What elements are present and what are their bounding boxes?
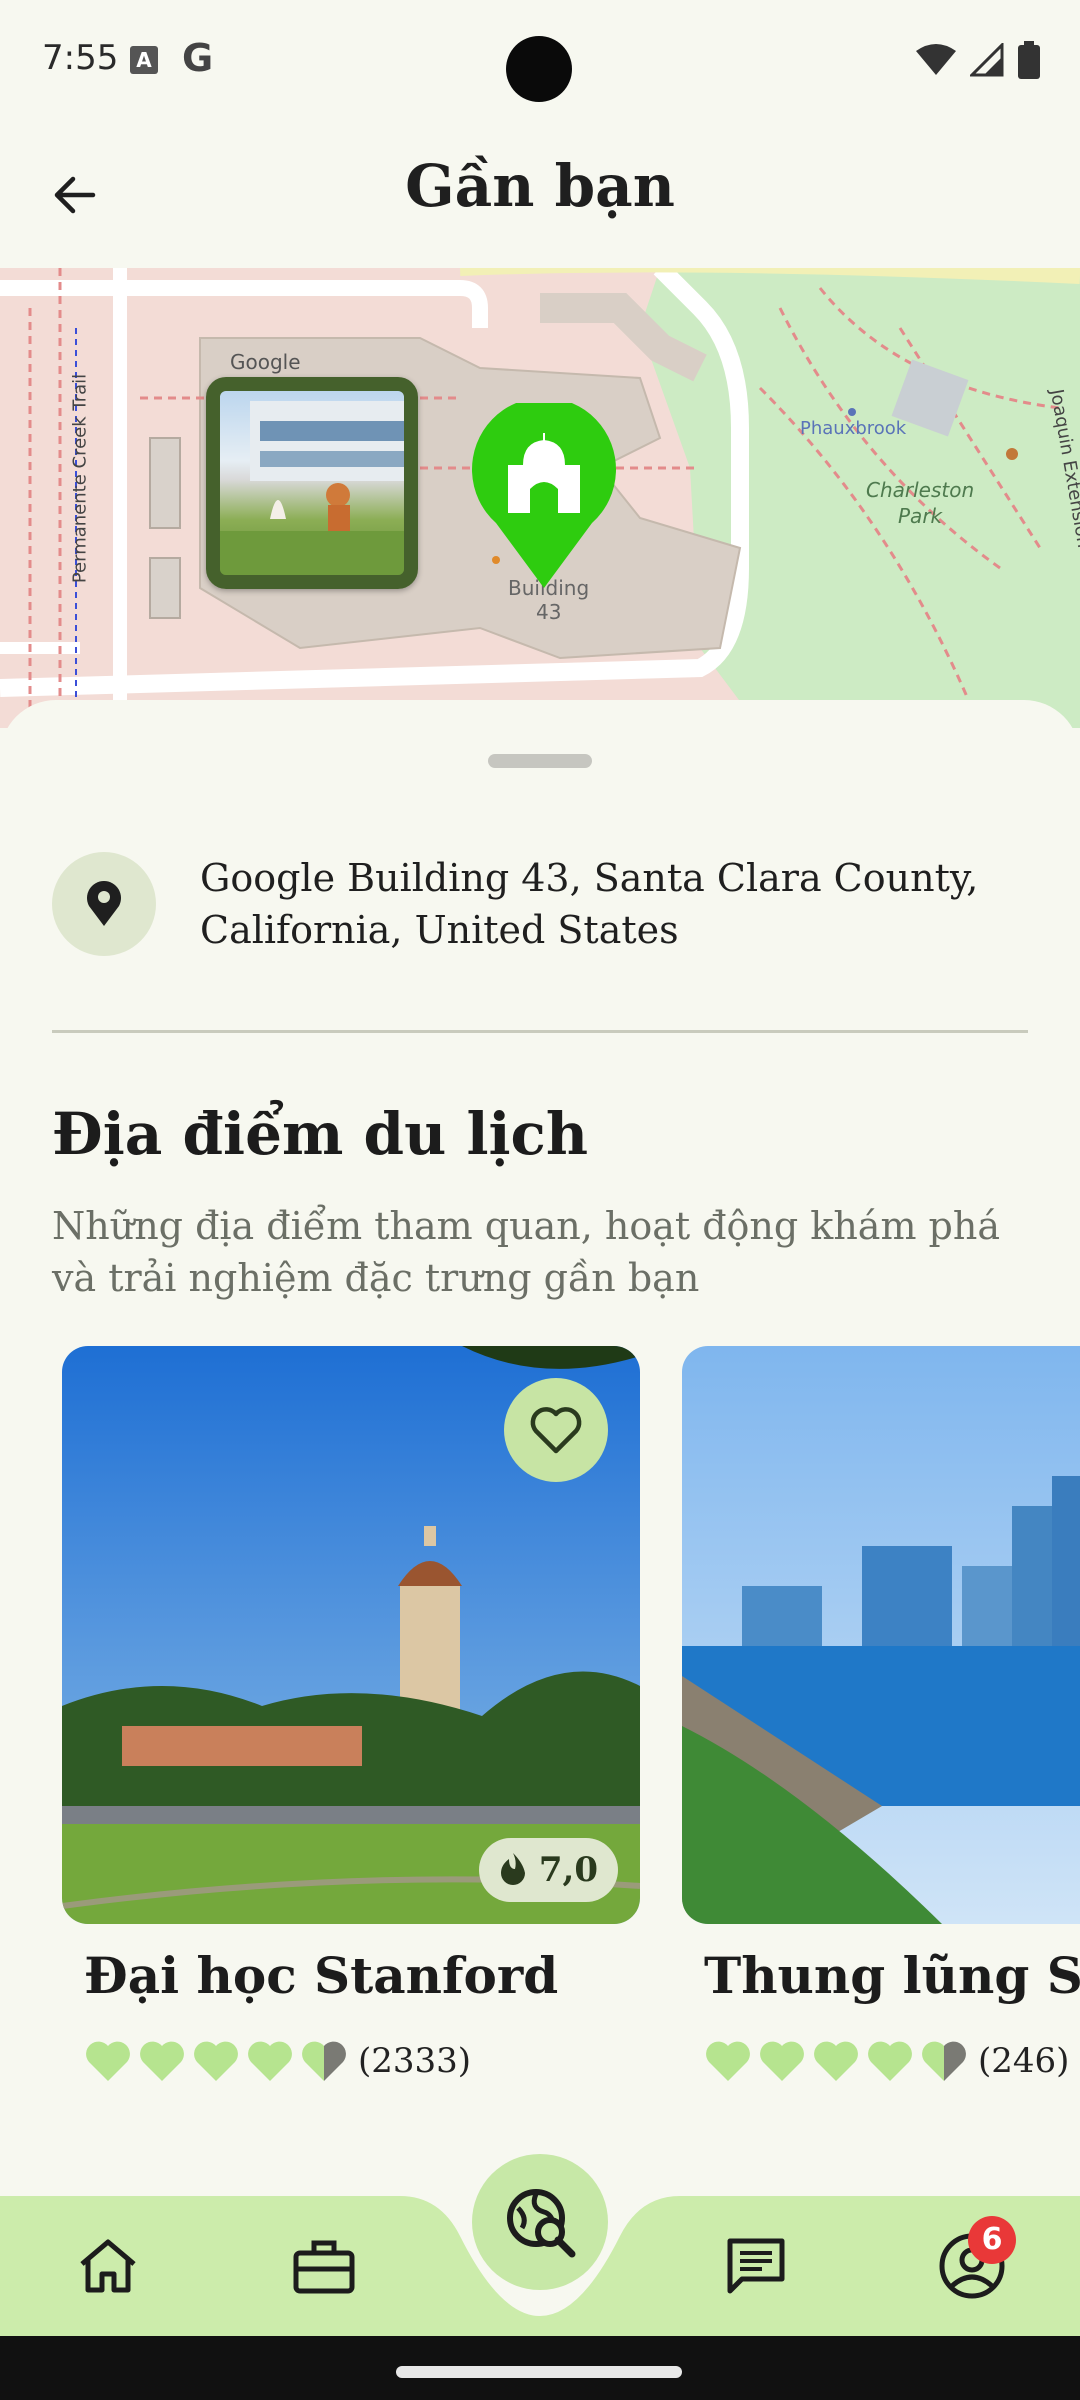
signal-icon: [970, 43, 1004, 77]
section-title: Địa điểm du lịch: [52, 1100, 589, 1168]
map-photo: [220, 401, 404, 575]
attraction-card[interactable]: 7,0 Đại học Stanford (2333): [62, 1346, 640, 2086]
heart-rating-icon: [140, 2041, 184, 2081]
camera-cutout: [506, 36, 572, 102]
rating-row: (246): [704, 2036, 1069, 2086]
system-icons: [916, 40, 1040, 80]
heart-rating-icon: [248, 2041, 292, 2081]
status-time: 7:55: [42, 38, 119, 78]
heart-rating-icon: [86, 2041, 130, 2081]
status-bar: 7:55 A G: [0, 0, 1080, 120]
attraction-photo: 7,0: [62, 1346, 640, 1924]
nav-profile[interactable]: 6: [922, 2216, 1022, 2316]
screen: 7:55 A G Gần bạn Google Permanente Creek…: [0, 0, 1080, 2400]
bottom-sheet: Google Building 43, Santa Clara County, …: [0, 700, 1080, 2200]
google-g-icon: G: [182, 36, 214, 80]
map-photo-marker[interactable]: [206, 377, 418, 589]
score-value: 7,0: [538, 1850, 598, 1890]
section-subtitle: Những địa điểm tham quan, hoạt động khám…: [52, 1204, 1001, 1300]
location-row: Google Building 43, Santa Clara County, …: [52, 852, 1032, 956]
heart-rating-icon: [194, 2041, 238, 2081]
divider: [52, 1030, 1028, 1033]
score-badge: 7,0: [478, 1838, 618, 1902]
heart-outline-icon: [530, 1407, 582, 1454]
map-label-google: Google: [230, 350, 301, 374]
home-icon: [80, 2239, 136, 2293]
map-pin-icon[interactable]: [470, 403, 618, 588]
rating-count: (246): [978, 2041, 1070, 2081]
nav-messages[interactable]: [706, 2216, 806, 2316]
app-header: Gần bạn: [0, 130, 1080, 260]
wifi-icon: [916, 44, 956, 75]
map-label-trail: Permanente Creek Trail: [69, 373, 91, 584]
bottom-nav: 6: [0, 2154, 1080, 2336]
map-label-park-line1: Charleston: [866, 478, 975, 502]
gesture-bar: [0, 2336, 1080, 2400]
flame-icon: [500, 1853, 525, 1885]
heart-half-rating-icon: [302, 2041, 346, 2081]
heart-half-rating-icon: [922, 2041, 966, 2081]
silicon-valley-photo: [682, 1346, 1080, 1924]
map-pin-icon: [87, 881, 121, 926]
heart-rating-icon: [868, 2041, 912, 2081]
heart-rating-icon: [760, 2041, 804, 2081]
attraction-title: Thung lũng Silicon: [704, 1946, 1080, 2005]
attraction-title: Đại học Stanford: [84, 1946, 559, 2005]
attraction-photo: [682, 1346, 1080, 1924]
nav-trips[interactable]: [274, 2216, 374, 2316]
heart-rating-icon: [814, 2041, 858, 2081]
map-label-building-line3: 43: [536, 600, 562, 624]
rating-count: (2333): [358, 2041, 472, 2081]
chat-icon: [727, 2238, 785, 2294]
location-icon-wrap: [52, 852, 156, 956]
battery-icon: [1018, 41, 1040, 79]
notification-badge: 6: [968, 2216, 1016, 2264]
attraction-carousel[interactable]: 7,0 Đại học Stanford (2333) Thung lũng S…: [62, 1346, 1080, 2086]
page-title: Gần bạn: [405, 152, 675, 220]
explore-search-icon: [507, 2189, 576, 2258]
a-box-icon: A: [130, 46, 158, 74]
explore-button[interactable]: [472, 2154, 608, 2290]
rating-row: (2333): [84, 2036, 471, 2086]
map-label-park-line2: Park: [898, 504, 943, 528]
drag-handle[interactable]: [488, 754, 592, 768]
briefcase-icon: [293, 2240, 355, 2294]
heart-rating-icon: [706, 2041, 750, 2081]
location-address: Google Building 43, Santa Clara County, …: [200, 856, 979, 952]
map-label-phauxbrook: Phauxbrook: [800, 418, 907, 439]
attraction-card[interactable]: Thung lũng Silicon (246): [682, 1346, 1080, 2086]
favorite-button[interactable]: [504, 1378, 608, 1482]
nav-home[interactable]: [58, 2216, 158, 2316]
home-gesture-pill[interactable]: [396, 2366, 682, 2378]
